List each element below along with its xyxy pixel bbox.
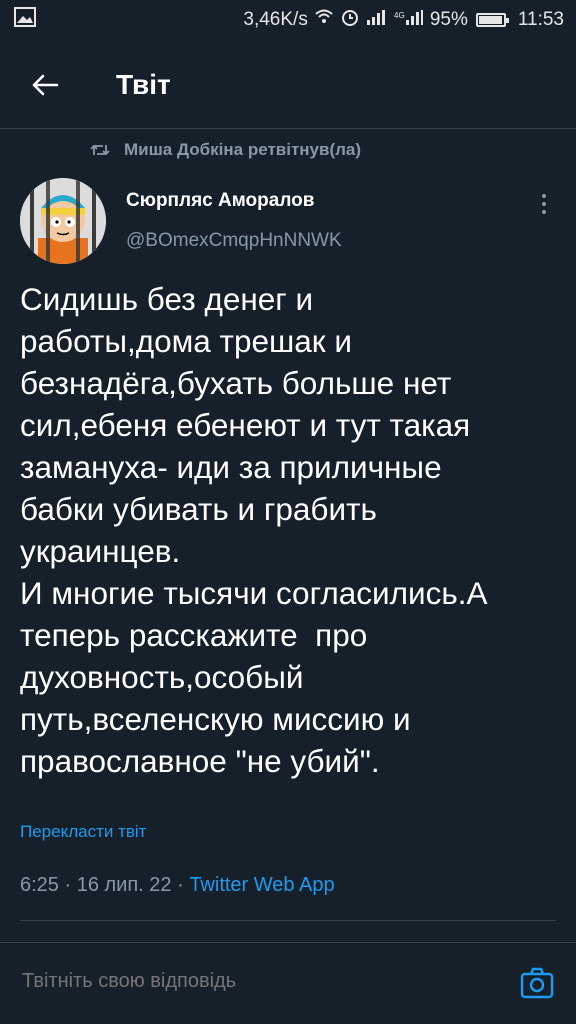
retweet-icon: [90, 142, 110, 158]
reply-input[interactable]: [22, 970, 482, 993]
wifi-icon: [314, 8, 334, 32]
camera-button[interactable]: [520, 966, 554, 1000]
avatar[interactable]: [20, 178, 106, 264]
signal-icon: [366, 9, 388, 31]
camera-icon: [520, 967, 554, 999]
more-options-button[interactable]: [532, 190, 556, 218]
gallery-icon: [14, 7, 36, 33]
battery-percent: 95%: [429, 9, 468, 30]
tweet-source-app[interactable]: Twitter Web App: [189, 874, 334, 896]
arrow-left-icon: [32, 74, 59, 96]
author-name[interactable]: Сюрпляс Аморалов: [126, 190, 314, 212]
author-handle[interactable]: @BOmexCmqpHnNNWK: [126, 230, 342, 252]
tweet-text: Сидишь без денег и работы,дома трешак и …: [20, 281, 488, 779]
tweet-timestamp: 6:25 · 16 лип. 22 ·: [20, 874, 190, 896]
more-vertical-icon: [542, 194, 546, 214]
svg-text:4G: 4G: [394, 11, 405, 20]
tweet-meta: 6:25 · 16 лип. 22 · Twitter Web App: [20, 874, 335, 897]
network-speed: 3,46K/s: [243, 9, 308, 30]
back-button[interactable]: [20, 60, 70, 110]
page-title: Твіт: [116, 69, 171, 100]
retweeted-by-label: Миша Добкіна ретвітнув(ла): [124, 140, 362, 159]
header-divider: [0, 128, 576, 129]
status-bar: 3,46K/s 4G 95% 11:53: [0, 0, 576, 40]
signal-4g-icon: 4G: [394, 9, 424, 31]
clock: 11:53: [517, 9, 564, 30]
meta-divider: [20, 920, 556, 921]
translate-tweet-link[interactable]: Перекласти твіт: [20, 822, 146, 842]
reply-bar: [0, 942, 576, 1024]
battery-icon: [475, 13, 509, 27]
alarm-icon: [340, 7, 360, 33]
app-header: Твіт: [0, 48, 576, 122]
retweet-context[interactable]: Миша Добкіна ретвітнув(ла): [90, 140, 361, 160]
